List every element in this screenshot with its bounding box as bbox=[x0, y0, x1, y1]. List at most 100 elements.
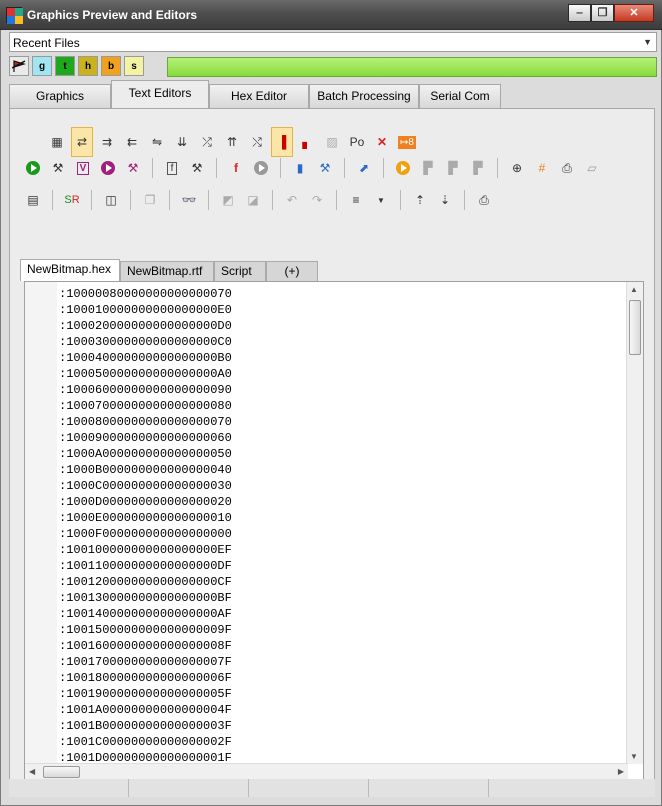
verify-icon[interactable]: V bbox=[72, 157, 94, 179]
scroll-right-icon[interactable]: ▶ bbox=[618, 767, 624, 776]
hex-line: :1000E000000000000000010 bbox=[59, 511, 232, 525]
horizontal-scrollbar[interactable]: ◀ ▶ bbox=[25, 763, 628, 780]
play-purple-icon[interactable] bbox=[97, 157, 119, 179]
hex-line: :1001C00000000000000002F bbox=[59, 735, 232, 749]
play-gray-icon[interactable] bbox=[250, 157, 272, 179]
split-view-icon[interactable]: ◫ bbox=[100, 189, 122, 211]
comment-icon-2[interactable]: ▛ bbox=[442, 157, 464, 179]
tab-hex-editor[interactable]: Hex Editor bbox=[209, 84, 309, 108]
tools-purple-icon[interactable]: ⚒ bbox=[122, 157, 144, 179]
line-end-lf-icon[interactable]: ⇉ bbox=[96, 131, 118, 153]
flag-icon bbox=[12, 60, 26, 72]
horizontal-scroll-thumb[interactable] bbox=[43, 766, 80, 778]
line-end-cr-icon[interactable]: ⇇ bbox=[121, 131, 143, 153]
play-orange-icon[interactable] bbox=[392, 157, 414, 179]
export-icon[interactable]: ⬈ bbox=[353, 157, 375, 179]
scroll-down-icon[interactable]: ▼ bbox=[630, 752, 638, 761]
hex-line: :10007000000000000000080 bbox=[59, 399, 232, 413]
doc-blue-icon[interactable]: ▮ bbox=[289, 157, 311, 179]
tab-add[interactable]: (+) bbox=[266, 261, 318, 281]
grid-orange-icon[interactable]: # bbox=[531, 157, 553, 179]
hex-line: :1001700000000000000007F bbox=[59, 655, 232, 669]
binoculars-icon[interactable]: 👓 bbox=[178, 189, 200, 211]
mark-icon[interactable]: ▖ bbox=[296, 131, 318, 153]
eraser-icon[interactable]: ▱ bbox=[581, 157, 603, 179]
function-red-icon[interactable]: f bbox=[225, 157, 247, 179]
hex-line: :1001500000000000000009F bbox=[59, 623, 232, 637]
arrows-down-icon[interactable]: ⇊ bbox=[171, 131, 193, 153]
quick-b-button[interactable]: b bbox=[101, 56, 121, 76]
tray-icon[interactable]: ▤ bbox=[22, 189, 44, 211]
vertical-scroll-thumb[interactable] bbox=[629, 300, 641, 355]
tab-newbitmap-rtf[interactable]: NewBitmap.rtf bbox=[120, 261, 214, 281]
format-icon[interactable]: ≡ bbox=[345, 189, 367, 211]
hex-line: :1001B00000000000000003F bbox=[59, 719, 232, 733]
function-icon[interactable]: f bbox=[161, 157, 183, 179]
printer-icon[interactable]: ⎙ bbox=[556, 157, 578, 179]
arrows-cross-icon[interactable]: ⤮ bbox=[196, 131, 218, 153]
vertical-scrollbar[interactable]: ▲ ▼ bbox=[626, 282, 643, 764]
cut-disabled-icon[interactable]: ◪ bbox=[242, 189, 264, 211]
hex-line: :1000A000000000000000050 bbox=[59, 447, 232, 461]
swap-icon[interactable]: ⇋ bbox=[146, 131, 168, 153]
line-end-crlf-icon[interactable]: ⇄ bbox=[71, 127, 93, 157]
hex-text-editor[interactable]: :10000080000000000000070:100010000000000… bbox=[24, 281, 644, 781]
po-label: Po bbox=[349, 135, 365, 149]
quick-h-button[interactable]: h bbox=[78, 56, 98, 76]
hex-line: :100120000000000000000CF bbox=[59, 575, 232, 589]
toolbar-row-2: ⚒ V ⚒ f ⚒ f ▮ ⚒ ⬈ ▛ ▛ ▛ ⊕ # ⎙ ▱ bbox=[22, 157, 603, 179]
format-dropdown-icon[interactable]: ▼ bbox=[370, 189, 392, 211]
recent-files-dropdown[interactable]: Recent Files ▼ bbox=[9, 32, 657, 52]
line-gutter bbox=[25, 282, 57, 764]
hex-line: :1001600000000000000008F bbox=[59, 639, 232, 653]
print-icon[interactable]: ⎙ bbox=[473, 189, 495, 211]
tools-gray-icon[interactable]: ⚒ bbox=[186, 157, 208, 179]
cross-tool-icon[interactable]: ✕ bbox=[371, 131, 393, 153]
undo-icon[interactable]: ↶ bbox=[281, 189, 303, 211]
maximize-button[interactable]: ❐ bbox=[591, 4, 614, 22]
editor-text[interactable]: :10000080000000000000070:100010000000000… bbox=[59, 286, 232, 766]
calculator-icon[interactable]: ▦ bbox=[46, 131, 68, 153]
tab-newbitmap-hex[interactable]: NewBitmap.hex bbox=[20, 259, 120, 281]
arrows-up-icon[interactable]: ⇈ bbox=[221, 131, 243, 153]
comment-icon-3[interactable]: ▛ bbox=[467, 157, 489, 179]
quick-s-button[interactable]: s bbox=[124, 56, 144, 76]
sort-down-icon[interactable]: ⇣ bbox=[434, 189, 456, 211]
mark-red-icon[interactable]: ▐ bbox=[271, 127, 293, 157]
tab-graphics[interactable]: Graphics bbox=[9, 84, 111, 108]
quick-g-button[interactable]: g bbox=[32, 56, 52, 76]
chart-disabled-icon[interactable]: ▨ bbox=[321, 131, 343, 153]
quick-t-button[interactable]: t bbox=[55, 56, 75, 76]
edit-disabled-icon[interactable]: ◩ bbox=[217, 189, 239, 211]
arrow-8-icon[interactable]: ↦8 bbox=[396, 131, 418, 153]
close-button[interactable]: ✕ bbox=[614, 4, 654, 22]
target-icon[interactable]: ⊕ bbox=[506, 157, 528, 179]
flag-button[interactable] bbox=[9, 56, 29, 76]
scroll-up-icon[interactable]: ▲ bbox=[630, 285, 638, 294]
sort-up-icon[interactable]: ⇡ bbox=[409, 189, 431, 211]
tools-icon[interactable]: ⚒ bbox=[47, 157, 69, 179]
po-button[interactable]: Po bbox=[346, 131, 368, 153]
scroll-left-icon[interactable]: ◀ bbox=[29, 767, 35, 776]
tab-script[interactable]: Script bbox=[214, 261, 266, 281]
toolbar-row-1: ▦ ⇄ ⇉ ⇇ ⇋ ⇊ ⤮ ⇈ ⤭ ▐ ▖ ▨ Po ✕ ↦8 bbox=[46, 127, 418, 157]
tools-blue-icon[interactable]: ⚒ bbox=[314, 157, 336, 179]
copy-disabled-icon[interactable]: ❐ bbox=[139, 189, 161, 211]
hex-line: :100040000000000000000B0 bbox=[59, 351, 232, 365]
hex-line: :1001900000000000000005F bbox=[59, 687, 232, 701]
redo-icon[interactable]: ↷ bbox=[306, 189, 328, 211]
hex-line: :100020000000000000000D0 bbox=[59, 319, 232, 333]
tab-batch-processing[interactable]: Batch Processing bbox=[309, 84, 419, 108]
search-replace-icon[interactable]: SR bbox=[61, 189, 83, 211]
minimize-button[interactable]: ‒ bbox=[568, 4, 591, 22]
run-icon[interactable] bbox=[22, 157, 44, 179]
tab-text-editors[interactable]: Text Editors bbox=[111, 80, 209, 109]
hex-line: :100050000000000000000A0 bbox=[59, 367, 232, 381]
hex-line: :100110000000000000000DF bbox=[59, 559, 232, 573]
recent-files-label: Recent Files bbox=[13, 36, 80, 50]
hex-line: :10000080000000000000070 bbox=[59, 287, 232, 301]
arrows-mixed-icon[interactable]: ⤭ bbox=[246, 131, 268, 153]
comment-icon-1[interactable]: ▛ bbox=[417, 157, 439, 179]
chevron-down-icon: ▼ bbox=[643, 37, 652, 47]
tab-serial-com[interactable]: Serial Com bbox=[419, 84, 501, 108]
